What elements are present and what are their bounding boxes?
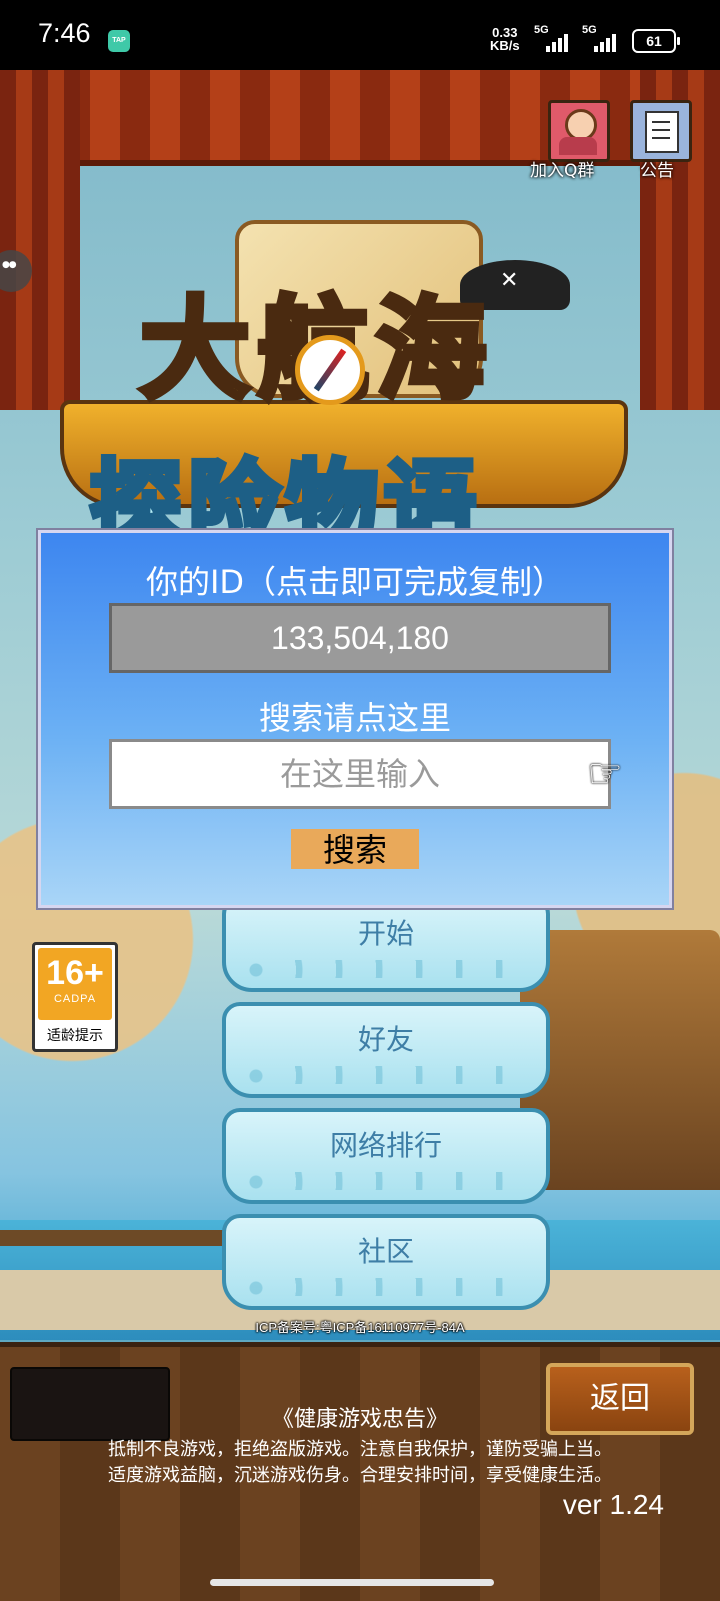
age-rating-tip: 适龄提示 bbox=[47, 1028, 103, 1044]
battery-icon: 61 bbox=[632, 29, 680, 53]
network-speed-unit: KB/s bbox=[490, 38, 520, 53]
notice-label: 公告 bbox=[640, 161, 674, 181]
game-logo: 大航海 探险物语 bbox=[60, 180, 660, 580]
tap-icon: TAP bbox=[108, 30, 130, 52]
friends-label: 好友 bbox=[357, 1023, 414, 1056]
bottom-panel: 返回 《健康游戏忠告》 抵制不良游戏，拒绝盗版游戏。注意自我保护，谨防受骗上当。… bbox=[0, 1342, 720, 1601]
age-rating-value: 16+ bbox=[46, 954, 104, 992]
signal-label: 5G bbox=[534, 24, 549, 36]
age-rating-badge: 16+ CADPA 适龄提示 bbox=[32, 942, 118, 1052]
game-screen: 大航海 探险物语 加入Q群 公告 16+ CADPA 适龄提示 开始 好友 网络… bbox=[0, 70, 720, 1601]
dock bbox=[0, 1230, 230, 1246]
ship-illustration bbox=[520, 930, 720, 1190]
health-advice-line1: 抵制不良游戏，拒绝盗版游戏。注意自我保护，谨防受骗上当。 bbox=[108, 1439, 612, 1460]
pointer-hand-icon: ☜ bbox=[587, 751, 623, 797]
id-dialog: 你的ID（点击即可完成复制） 133,504,180 搜索请点这里 ☜ 搜索 bbox=[38, 530, 672, 908]
signal-label: 5G bbox=[582, 24, 597, 36]
community-label: 社区 bbox=[357, 1235, 414, 1268]
version-label: ver 1.24 bbox=[562, 1489, 664, 1520]
qq-group-button[interactable] bbox=[548, 100, 610, 162]
notice-button[interactable] bbox=[630, 100, 692, 162]
ranking-label: 网络排行 bbox=[329, 1129, 442, 1162]
start-button[interactable]: 开始 bbox=[222, 896, 550, 992]
qq-group-label: 加入Q群 bbox=[530, 161, 595, 181]
status-bar: 7:46 TAP 0.33 KB/s 5G 5G 61 bbox=[0, 0, 720, 70]
search-input[interactable] bbox=[109, 739, 611, 809]
search-hint: 搜索请点这里 bbox=[258, 699, 451, 737]
curtain bbox=[0, 70, 720, 166]
icp-license: ICP备案号:粤ICP备16110977号-84A bbox=[255, 1320, 465, 1335]
health-advice-line2: 适度游戏益脑，沉迷游戏伤身。合理安排时间，享受健康生活。 bbox=[108, 1465, 612, 1486]
age-rating-org: CADPA bbox=[53, 993, 97, 1005]
friends-button[interactable]: 好友 bbox=[222, 1002, 550, 1098]
community-button[interactable]: 社区 bbox=[222, 1214, 550, 1310]
health-advice-title: 《健康游戏忠告》 bbox=[271, 1407, 448, 1432]
status-time: 7:46 bbox=[38, 18, 91, 48]
search-button[interactable]: 搜索 bbox=[291, 829, 419, 869]
start-label: 开始 bbox=[357, 917, 414, 950]
network-speed: 0.33 KB/s bbox=[490, 26, 520, 52]
ranking-button[interactable]: 网络排行 bbox=[222, 1108, 550, 1204]
signal-icon: 5G bbox=[534, 24, 574, 52]
signal-icon: 5G bbox=[582, 24, 622, 52]
dialog-title[interactable]: 你的ID（点击即可完成复制） bbox=[41, 557, 669, 603]
user-id-box[interactable]: 133,504,180 bbox=[109, 603, 611, 673]
compass-icon bbox=[295, 335, 365, 405]
home-indicator[interactable] bbox=[210, 1579, 494, 1586]
notice-icon bbox=[645, 111, 679, 153]
